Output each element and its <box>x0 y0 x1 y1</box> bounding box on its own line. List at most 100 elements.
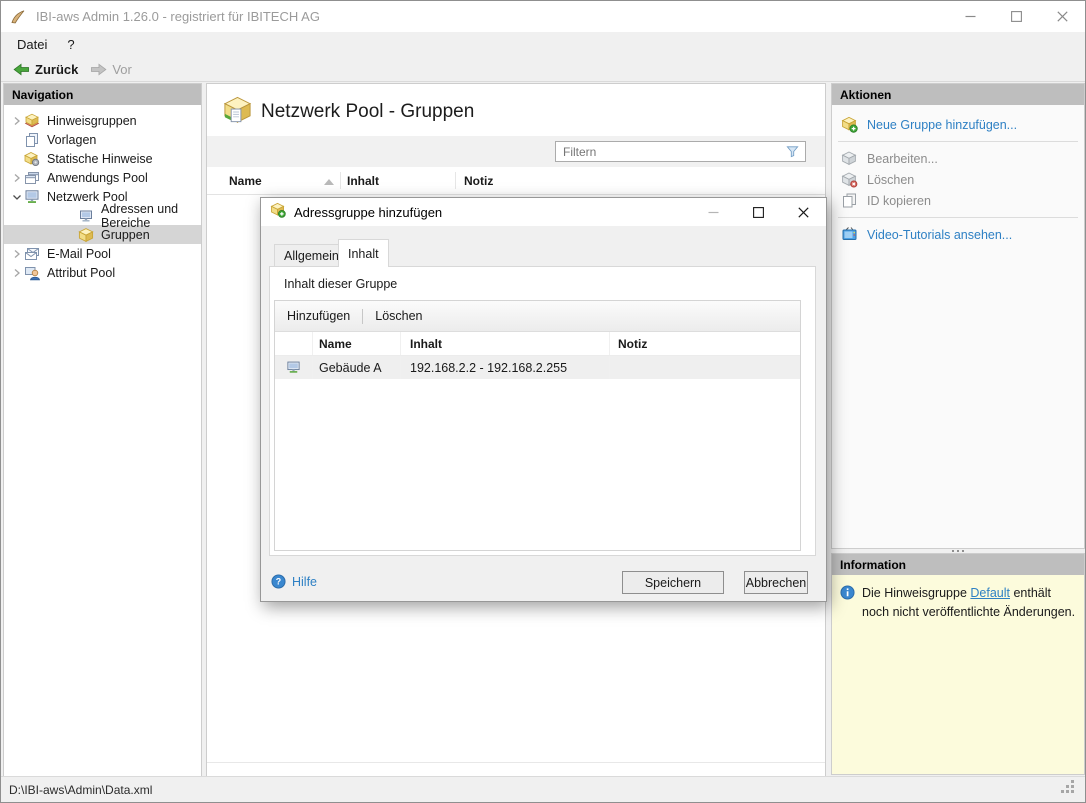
action-label: Löschen <box>867 172 915 187</box>
tree-item-hinweisgruppen[interactable]: Hinweisgruppen <box>4 111 201 130</box>
chevron-right-icon[interactable] <box>10 173 24 183</box>
tree-label: Adressen und Bereiche <box>101 201 179 230</box>
dialog-footer: ? Hilfe Speichern Abbrechen <box>261 559 826 601</box>
back-button[interactable]: Zurück <box>7 58 84 80</box>
column-notiz[interactable]: Notiz <box>610 332 800 355</box>
statusbar: D:\IBI-aws\Admin\Data.xml <box>1 776 1085 802</box>
tv-icon <box>841 226 858 243</box>
dialog-list-toolbar: Hinzufügen Löschen <box>275 301 800 332</box>
data-file-path: D:\IBI-aws\Admin\Data.xml <box>9 782 153 797</box>
tree-item-statische-hinweise[interactable]: Statische Hinweise <box>4 149 201 168</box>
nav-toolbar: Zurück Vor <box>1 57 1085 82</box>
resize-grip[interactable] <box>1071 790 1074 793</box>
static-notices-icon <box>24 151 40 167</box>
row-name: Gebäude A <box>313 356 401 379</box>
tree-label: Hinweisgruppen <box>47 113 137 128</box>
delete-entry-button[interactable]: Löschen <box>363 305 434 327</box>
tree-label: E-Mail Pool <box>47 246 111 261</box>
dialog-close-button[interactable] <box>781 198 826 226</box>
dialog-titlebar: Adressgruppe hinzufügen <box>261 198 826 226</box>
tree-item-vorlagen[interactable]: Vorlagen <box>4 130 201 149</box>
tree-item-attribut-pool[interactable]: Attribut Pool <box>4 263 201 282</box>
dialog-tab-page: Inhalt dieser Gruppe Hinzufügen Löschen … <box>269 266 816 556</box>
notice-groups-icon <box>24 113 40 129</box>
svg-text:?: ? <box>276 577 281 587</box>
add-group-icon <box>841 116 858 133</box>
menubar: Datei ? <box>1 32 1085 57</box>
action-copy-id[interactable]: ID kopieren <box>832 190 1084 211</box>
minimize-button[interactable] <box>947 1 993 32</box>
actions-panel: Aktionen Neue Gruppe hinzufügen... Bearb… <box>831 83 1085 549</box>
row-note <box>610 356 800 379</box>
navigation-panel: Navigation Hinweisgruppen Vorlagen Stati… <box>3 83 202 777</box>
table-row[interactable]: Gebäude A 192.168.2.2 - 192.168.2.255 <box>275 356 800 379</box>
action-add-group[interactable]: Neue Gruppe hinzufügen... <box>832 114 1084 135</box>
sort-ascending-icon <box>324 179 334 185</box>
forward-button[interactable]: Vor <box>84 58 138 80</box>
content-group-label: Inhalt dieser Gruppe <box>284 277 398 291</box>
row-content: 192.168.2.2 - 192.168.2.255 <box>401 356 610 379</box>
column-inhalt[interactable]: Inhalt <box>347 174 379 188</box>
menu-datei[interactable]: Datei <box>7 34 57 55</box>
back-arrow-icon <box>13 62 29 76</box>
column-name[interactable]: Name <box>229 174 262 188</box>
actions-header: Aktionen <box>832 84 1084 105</box>
action-label: Video-Tutorials ansehen... <box>867 227 1013 242</box>
dialog-title: Adressgruppe hinzufügen <box>294 204 443 220</box>
navigation-header: Navigation <box>4 84 201 105</box>
action-label: Neue Gruppe hinzufügen... <box>867 117 1018 132</box>
divider <box>838 141 1078 142</box>
tree-item-anwendungs-pool[interactable]: Anwendungs Pool <box>4 168 201 187</box>
maximize-button[interactable] <box>993 1 1039 32</box>
chevron-right-icon[interactable] <box>10 268 24 278</box>
chevron-down-icon[interactable] <box>10 192 24 202</box>
default-group-link[interactable]: Default <box>970 586 1010 600</box>
chevron-right-icon[interactable] <box>10 249 24 259</box>
column-notiz[interactable]: Notiz <box>464 174 493 188</box>
address-range-icon <box>275 356 313 379</box>
column-name[interactable]: Name <box>313 332 401 355</box>
copy-icon <box>841 192 858 209</box>
help-icon: ? <box>271 574 286 589</box>
tree-item-adressen-und-bereiche[interactable]: Adressen und Bereiche <box>4 202 201 230</box>
chevron-right-icon[interactable] <box>10 116 24 126</box>
action-delete[interactable]: Löschen <box>832 169 1084 190</box>
application-pool-icon <box>24 170 40 186</box>
navigation-tree: Hinweisgruppen Vorlagen Statische Hinwei… <box>4 105 201 282</box>
tree-label: Attribut Pool <box>47 265 116 280</box>
dialog-table-header: Name Inhalt Notiz <box>275 332 800 356</box>
dialog-maximize-button[interactable] <box>736 198 781 226</box>
email-pool-icon <box>24 246 40 262</box>
network-groups-heading-icon <box>222 95 253 131</box>
groups-icon <box>78 227 94 243</box>
add-entry-button[interactable]: Hinzufügen <box>275 305 362 327</box>
main-table-header: Name Inhalt Notiz <box>207 168 825 195</box>
edit-icon <box>841 150 858 167</box>
dialog-minimize-button[interactable] <box>691 198 736 226</box>
action-video-tutorials[interactable]: Video-Tutorials ansehen... <box>832 224 1084 245</box>
column-inhalt[interactable]: Inhalt <box>401 332 610 355</box>
help-link[interactable]: ? Hilfe <box>271 574 317 589</box>
info-message: Die Hinweisgruppe Default enthält noch n… <box>862 586 1076 619</box>
action-label: Bearbeiten... <box>867 151 938 166</box>
divider <box>838 217 1078 218</box>
tree-label: Anwendungs Pool <box>47 170 148 185</box>
filter-input[interactable] <box>556 144 785 159</box>
information-panel: Information Die Hinweisgruppe Default en… <box>831 553 1085 775</box>
close-button[interactable] <box>1039 1 1085 32</box>
window-title: IBI-aws Admin 1.26.0 - registriert für I… <box>36 9 320 24</box>
tab-inhalt[interactable]: Inhalt <box>338 239 389 267</box>
tree-label: Statische Hinweise <box>47 151 153 166</box>
help-label: Hilfe <box>292 574 318 589</box>
add-address-group-dialog: Adressgruppe hinzufügen Allgemein Inhalt… <box>260 197 827 602</box>
action-edit[interactable]: Bearbeiten... <box>832 148 1084 169</box>
filter-funnel-icon[interactable] <box>785 144 800 159</box>
information-header: Information <box>832 554 1084 575</box>
cancel-button[interactable]: Abbrechen <box>744 571 808 594</box>
save-button[interactable]: Speichern <box>622 571 724 594</box>
tree-item-email-pool[interactable]: E-Mail Pool <box>4 244 201 263</box>
forward-arrow-icon <box>91 62 107 76</box>
forward-label: Vor <box>112 61 132 77</box>
menu-help[interactable]: ? <box>57 34 84 55</box>
filter-strip <box>207 136 825 167</box>
